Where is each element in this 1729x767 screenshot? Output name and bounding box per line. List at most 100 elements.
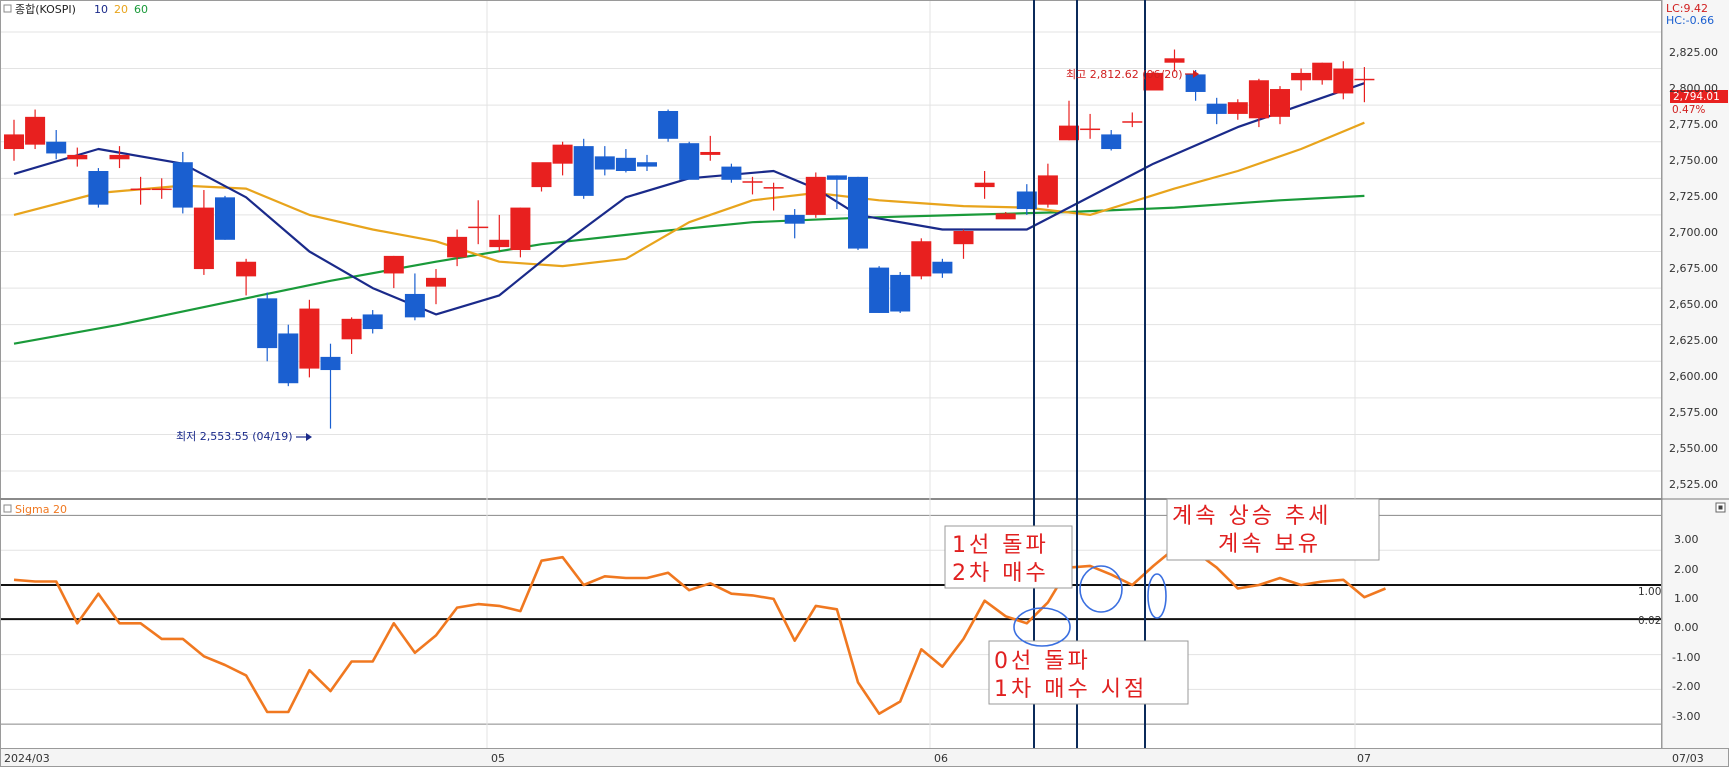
candle-body [362,314,383,330]
svg-text:2,725.00: 2,725.00 [1669,190,1718,203]
x-label-start: 2024/03 [4,752,50,765]
note-box-continue-trend: 계속 상승 추세 계속 보유 [1166,498,1380,561]
candle-body [1270,89,1290,117]
candle-body [700,151,721,155]
svg-text:2.00: 2.00 [1674,563,1699,576]
candle-body [109,154,130,160]
candle-body [510,207,531,251]
candle-body [236,261,257,277]
candle-body [320,356,341,371]
hc-label: HC:-0.66 [1666,14,1714,27]
candle-body [615,157,636,171]
candle-body [552,144,573,164]
kospi-chart-window: 종합(KOSPI) 10 20 60 Sigma 20 LC:9.42 HC:-… [0,0,1729,767]
candle-body [890,274,911,312]
candle-body [1122,121,1143,123]
candle-body [826,175,847,180]
candle-body [1354,78,1375,81]
svg-text:2,625.00: 2,625.00 [1669,334,1718,347]
price-panel-collapse-icon[interactable] [3,4,12,13]
candle-body [763,187,784,189]
candle-body [637,162,657,167]
candle-body [573,146,594,196]
svg-text:2,525.00: 2,525.00 [1669,478,1718,491]
candle-body [341,318,362,340]
svg-text:-3.00: -3.00 [1672,710,1700,723]
candle-body [489,239,510,248]
candle-body [130,188,151,191]
svg-text:2,800.00: 2,800.00 [1669,82,1718,95]
high-annotation: 최고 2,812.62 (06/20) [1066,68,1183,81]
candle-body [742,181,763,183]
sigma-level-0-label: 0.02 [1638,615,1661,627]
svg-text:2,550.00: 2,550.00 [1669,442,1718,455]
candle-body [869,267,890,313]
candle-body [932,261,953,274]
candle-body [46,141,67,154]
ma20-legend: 20 [114,3,128,16]
svg-text:2,825.00: 2,825.00 [1669,46,1718,59]
svg-text:계속 보유: 계속 보유 [1218,532,1321,557]
candle-body [1227,102,1248,114]
candle-body [172,162,193,208]
ma60-legend: 60 [134,3,148,16]
svg-text:0선 돌파: 0선 돌파 [994,649,1091,674]
candle-body [1248,80,1269,119]
sigma-level-1-label: 1.00 [1638,586,1661,598]
x-label-end: 07/03 [1672,752,1704,765]
candle-body [805,176,826,215]
svg-text:2,650.00: 2,650.00 [1669,298,1718,311]
candle-body [426,277,446,287]
candle-body [151,188,172,191]
svg-text:1선 돌파: 1선 돌파 [952,533,1049,558]
svg-text:0.00: 0.00 [1674,621,1699,634]
x-label-05: 05 [491,752,505,765]
candle-body [404,293,425,318]
svg-text:2,575.00: 2,575.00 [1669,406,1718,419]
candle-body [1291,72,1312,81]
candle-body [995,213,1016,220]
candle-body [383,255,404,274]
candle-body [1080,128,1101,131]
axis-strip [0,748,1729,767]
svg-text:2,750.00: 2,750.00 [1669,154,1718,167]
svg-text:-2.00: -2.00 [1672,680,1700,693]
ma10-legend: 10 [94,3,108,16]
x-label-06: 06 [934,752,948,765]
candle-body [1333,68,1354,94]
svg-text:2,600.00: 2,600.00 [1669,370,1718,383]
svg-text:1.00: 1.00 [1674,592,1699,605]
svg-text:2,700.00: 2,700.00 [1669,226,1718,239]
candle-body [953,231,974,245]
low-annotation: 최저 2,553.55 (04/19) [176,430,293,443]
svg-text:2차 매수: 2차 매수 [952,561,1049,586]
candle-body [911,241,932,277]
candle-body [88,171,109,205]
candle-body [67,154,88,160]
candle-body [679,143,700,180]
candle-body [447,236,468,258]
sigma-panel-collapse-icon[interactable] [3,504,12,513]
chart-canvas[interactable]: 종합(KOSPI) 10 20 60 Sigma 20 LC:9.42 HC:-… [0,0,1729,767]
candle-body [468,226,489,229]
candle-body [1101,134,1122,150]
candle-body [1206,103,1227,114]
svg-text:3.00: 3.00 [1674,533,1699,546]
sigma-panel-frame [0,499,1662,749]
candle-body [1312,62,1333,81]
candle-body [278,333,299,384]
candle-body [215,197,235,240]
svg-text:계속 상승 추세: 계속 상승 추세 [1172,504,1331,529]
change-percent-label: 0.47% [1672,104,1705,116]
candle-body [4,134,24,150]
candle-body [658,110,679,139]
candle-body [25,116,46,145]
price-panel-frame [0,0,1662,499]
note-box-zero-line-break: 0선 돌파 1차 매수 시점 [988,640,1189,705]
candle-body [974,182,995,188]
candle-body [531,162,552,188]
candle-body [721,166,742,180]
candle-body [784,214,805,224]
candle-body [848,176,868,249]
svg-text:2,675.00: 2,675.00 [1669,262,1718,275]
